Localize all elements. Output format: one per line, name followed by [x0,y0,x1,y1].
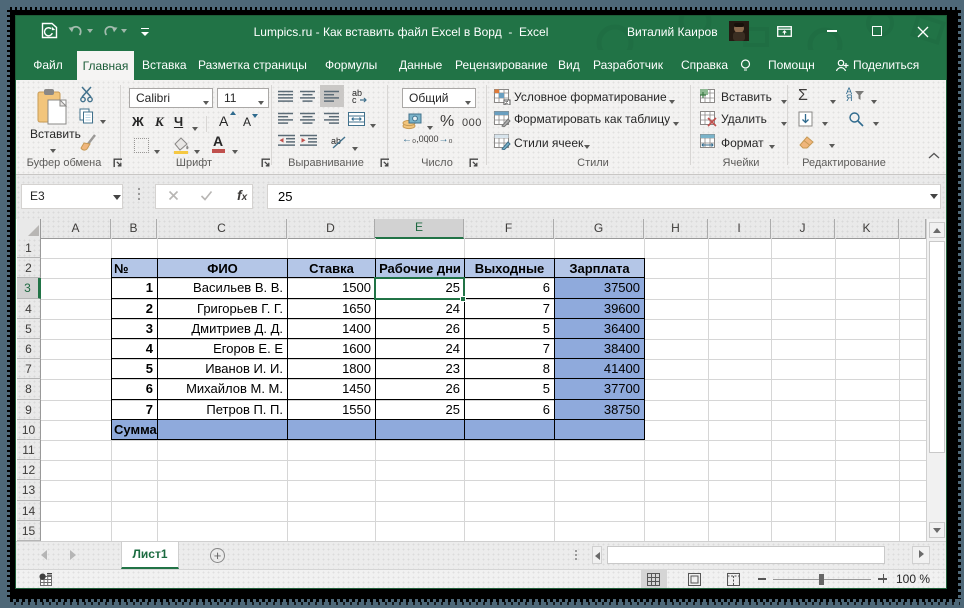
svg-text:c: c [352,95,357,104]
